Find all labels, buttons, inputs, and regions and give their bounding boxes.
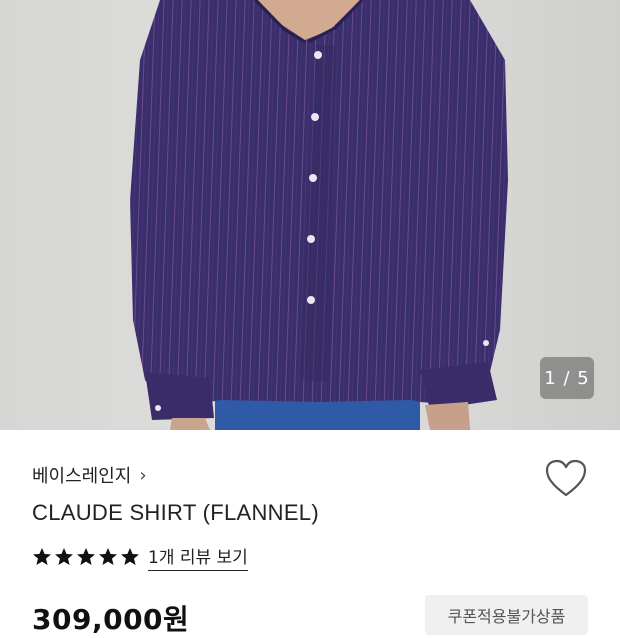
review-link[interactable]: 1개 리뷰 보기: [148, 543, 248, 571]
coupon-badge: 쿠폰적용불가상품: [425, 595, 588, 635]
star-filled-icon: [99, 548, 117, 565]
star-filled-icon: [55, 548, 73, 565]
chevron-right-icon: ›: [139, 464, 147, 486]
heart-outline-icon[interactable]: [545, 459, 587, 499]
star-filled-icon: [77, 548, 95, 565]
rating-stars: [32, 547, 140, 567]
star-filled-icon: [33, 548, 51, 565]
product-title: CLAUDE SHIRT (FLANNEL): [32, 500, 319, 525]
star-filled-icon: [121, 548, 139, 565]
product-photo: [130, 0, 508, 430]
rating-row: 1개 리뷰 보기: [32, 543, 248, 571]
brand-link[interactable]: 베이스레인지 ›: [32, 462, 147, 488]
image-counter: 1 / 5: [540, 357, 594, 399]
brand-name: 베이스레인지: [32, 466, 132, 487]
product-price: 309,000원: [32, 603, 190, 636]
product-image[interactable]: 1 / 5: [0, 0, 620, 430]
